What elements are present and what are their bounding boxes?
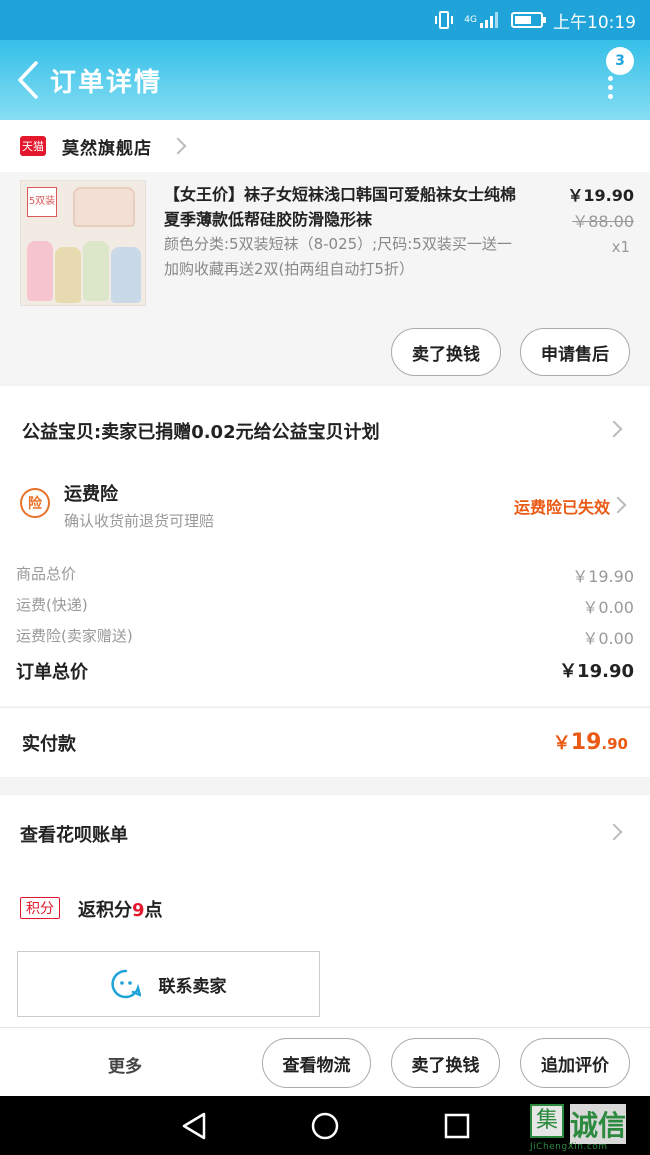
insurance-icon: 险	[20, 488, 50, 518]
more-menu-icon[interactable]	[608, 76, 614, 103]
product-quantity: x1	[611, 238, 630, 256]
contact-seller-label: 联系卖家	[158, 976, 227, 997]
product-title[interactable]: 【女王价】袜子女短袜浅口韩国可爱船袜女士纯棉夏季薄款低帮硅胶防滑隐形袜	[164, 182, 526, 232]
bottom-action-bar: 更多 查看物流 卖了换钱 追加评价	[0, 1027, 650, 1096]
points-suffix: 点	[144, 900, 163, 921]
chevron-right-icon	[169, 137, 187, 155]
back-icon[interactable]	[6, 50, 50, 110]
chat-icon	[110, 969, 141, 999]
fee-label: 商品总价	[16, 565, 77, 583]
status-bar: 4G 上午10:19	[0, 0, 650, 40]
fee-value: ￥0.00	[582, 629, 634, 648]
order-total-label: 订单总价	[16, 662, 88, 683]
vibrate-icon	[434, 11, 454, 29]
store-row[interactable]: 天猫 莫然旗舰店	[0, 120, 650, 172]
nav-back-icon[interactable]	[178, 1110, 210, 1142]
fee-label: 运费险(卖家赠送)	[16, 627, 133, 645]
fee-value: ￥0.00	[582, 598, 634, 617]
tmall-icon: 天猫	[20, 136, 46, 156]
watermark-text: 诚信	[570, 1104, 627, 1144]
product-card[interactable]: 5双装 【女王价】袜子女短袜浅口韩国可爱船袜女士纯棉夏季薄款低帮硅胶防滑隐形袜 …	[0, 172, 650, 384]
paid-decimal: .90	[601, 735, 628, 753]
sell-exchange-button[interactable]: 卖了换钱	[391, 1038, 500, 1088]
points-number: 9	[132, 900, 145, 921]
store-name: 莫然旗舰店	[62, 138, 152, 159]
charity-text[interactable]: 公益宝贝:卖家已捐赠0.02元给公益宝贝计划	[22, 418, 380, 444]
page-title: 订单详情	[50, 67, 163, 98]
paid-amount: ￥19.90	[553, 729, 628, 755]
product-image[interactable]: 5双装	[20, 180, 146, 306]
clock: 上午10:19	[553, 12, 636, 33]
battery-icon	[511, 12, 546, 28]
huabei-bill-link[interactable]: 查看花呗账单	[20, 821, 128, 847]
insurance-subtitle: 确认收货前退货可理赔	[64, 512, 215, 530]
watermark: 集 诚信 JiChengXin.com	[530, 1102, 646, 1152]
paid-label: 实付款	[22, 734, 76, 755]
message-badge[interactable]: 3	[606, 47, 634, 75]
fee-value: ￥19.90	[572, 567, 634, 586]
product-price: ￥19.90	[567, 186, 634, 205]
points-prefix: 返积分	[78, 900, 132, 921]
watermark-url: JiChengXin.com	[530, 1142, 608, 1152]
watermark-logo: 集	[530, 1104, 564, 1138]
contact-seller-button[interactable]: 联系卖家	[17, 951, 320, 1017]
signal-icon: 4G	[464, 11, 501, 29]
view-logistics-button[interactable]: 查看物流	[262, 1038, 371, 1088]
insurance-status[interactable]: 运费险已失效	[514, 494, 610, 518]
original-price: ￥88.00	[572, 212, 634, 231]
add-review-button[interactable]: 追加评价	[520, 1038, 630, 1088]
paid-integer: 19	[570, 730, 602, 755]
order-total-value: ￥19.90	[559, 661, 634, 682]
after-sale-button[interactable]: 申请售后	[520, 328, 630, 376]
paid-currency: ￥	[552, 733, 571, 754]
sell-exchange-button[interactable]: 卖了换钱	[391, 328, 501, 376]
nav-recent-icon[interactable]	[441, 1110, 473, 1142]
fee-label: 运费(快递)	[16, 596, 88, 614]
pack-tag: 5双装	[27, 187, 57, 217]
product-sku: 颜色分类:5双装短袜（8-025）;尺码:5双装买一送一加购收藏再送2双(拍两组…	[164, 235, 512, 278]
more-button[interactable]: 更多	[108, 1052, 142, 1077]
page-header: 订单详情	[0, 40, 650, 120]
nav-home-icon[interactable]	[309, 1110, 341, 1142]
insurance-title: 运费险	[64, 484, 118, 505]
network-type: 4G	[464, 15, 477, 25]
points-tag: 积分	[20, 897, 60, 919]
points-text: 返积分9点	[78, 896, 163, 922]
